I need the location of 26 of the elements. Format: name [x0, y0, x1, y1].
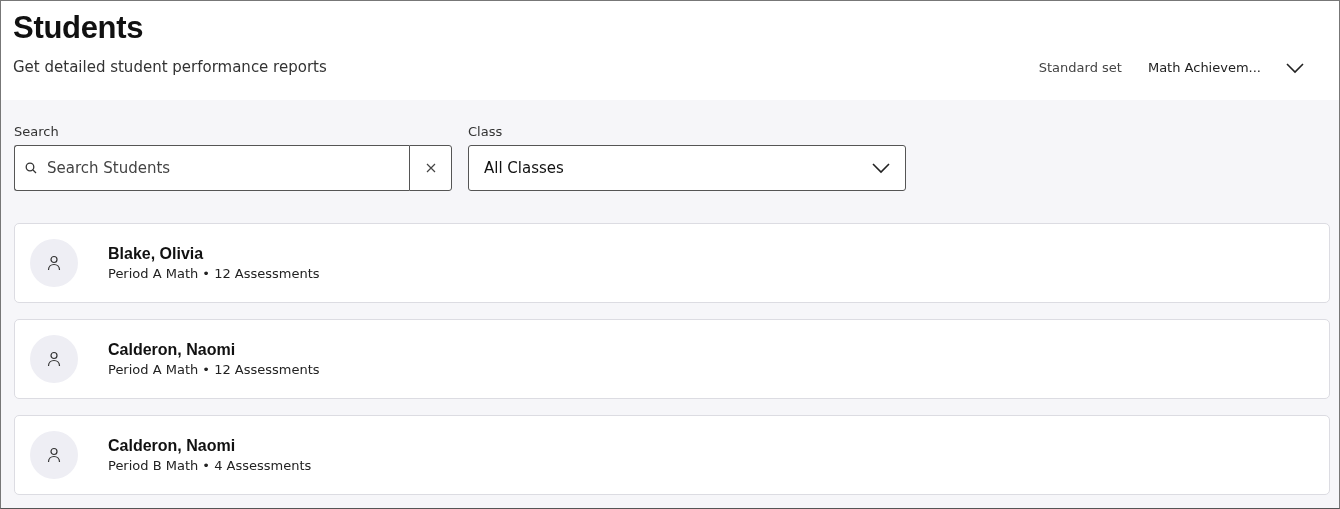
avatar-icon	[30, 335, 78, 383]
student-details: Period A Math • 12 Assessments	[108, 362, 320, 377]
student-details: Period A Math • 12 Assessments	[108, 266, 320, 281]
close-icon	[425, 163, 436, 173]
chevron-down-icon	[871, 162, 891, 174]
clear-button[interactable]	[409, 145, 452, 191]
student-name: Calderon, Naomi	[108, 437, 237, 455]
search-input[interactable]: Search Students	[45, 158, 409, 178]
avatar-icon	[30, 431, 78, 479]
search-icon	[25, 162, 37, 174]
student-name: Calderon, Naomi	[108, 341, 237, 359]
student-card[interactable]: Calderon, Naomi Period A Math • 12 Assessments	[14, 319, 1330, 399]
page-subtitle: Get detailed student performance reports	[13, 58, 327, 76]
standard-set-dropdown[interactable]: Math Achievem...	[1147, 60, 1305, 75]
avatar-icon	[30, 239, 78, 287]
search-label: Search	[14, 124, 60, 139]
student-card[interactable]: Calderon, Naomi Period B Math • 4 Assessments	[14, 415, 1330, 495]
search-field[interactable]: Search Students	[14, 145, 409, 191]
student-card[interactable]: Blake, Olivia Period A Math • 12 Assessments	[14, 223, 1330, 303]
class-label: Class	[468, 124, 504, 139]
student-details: Period B Math • 4 Assessments	[108, 458, 312, 473]
student-name: Blake, Olivia	[108, 245, 205, 263]
class-dropdown[interactable]: All Classes	[468, 145, 906, 191]
page-title: Students	[13, 10, 145, 46]
chevron-down-icon	[1285, 61, 1305, 74]
standard-set-label: Standard set	[1038, 60, 1122, 75]
